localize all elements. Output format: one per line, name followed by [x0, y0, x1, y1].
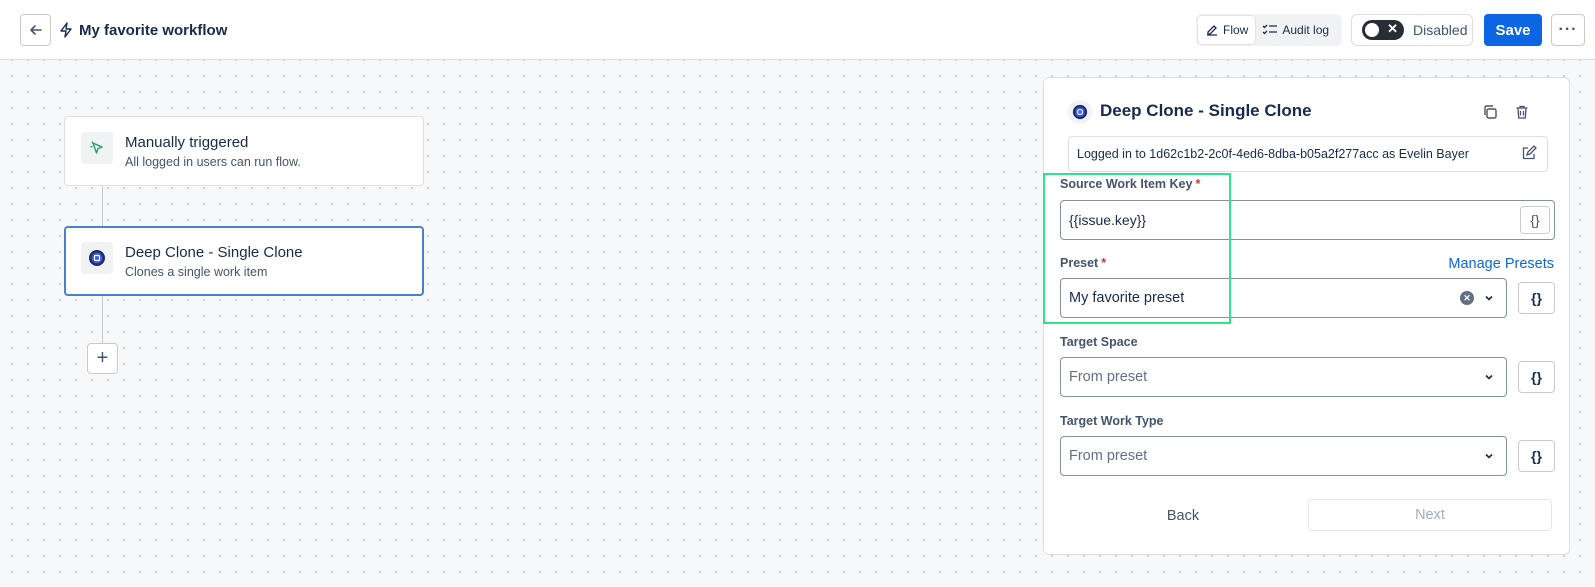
chevron-down-icon [1485, 374, 1493, 380]
target-work-type-value: From preset [1069, 448, 1148, 464]
preset-select[interactable]: My favorite preset ✕ [1060, 278, 1507, 318]
copy-icon [1484, 105, 1497, 119]
toggle-off-icon: ✕ [1387, 21, 1398, 36]
toggle-knob [1365, 23, 1379, 37]
node-subtitle: All logged in users can run flow. [125, 155, 301, 169]
save-button[interactable]: Save [1484, 14, 1542, 46]
edit-icon [1207, 25, 1217, 36]
target-space-label: Target Space [1060, 335, 1138, 349]
delete-button[interactable] [1511, 101, 1533, 123]
target-space-variable-button[interactable]: {} [1518, 361, 1555, 393]
source-key-value: {{issue.key}} [1069, 212, 1147, 228]
flow-connector [102, 296, 103, 343]
step-config-panel: Deep Clone - Single Clone Logged in to 1… [1043, 77, 1570, 555]
enable-toggle[interactable]: ✕ [1362, 20, 1404, 40]
toggle-label: Disabled [1413, 22, 1468, 38]
clear-icon[interactable]: ✕ [1460, 291, 1474, 305]
braces-icon: {} [1530, 212, 1540, 228]
tab-flow-label: Flow [1223, 23, 1249, 37]
tab-audit-log[interactable]: Audit log [1255, 16, 1336, 44]
preset-label-text: Preset [1060, 256, 1099, 270]
trash-icon [1516, 105, 1528, 119]
deep-clone-app-icon [1068, 100, 1092, 124]
braces-icon: {} [1531, 290, 1542, 306]
preset-variable-button[interactable]: {} [1518, 282, 1555, 314]
target-work-type-label: Target Work Type [1060, 414, 1164, 428]
checklist-icon [1262, 24, 1278, 35]
workflow-title-text: My favorite workflow [79, 21, 228, 39]
tab-flow[interactable]: Flow [1198, 16, 1256, 44]
back-button[interactable] [20, 14, 51, 46]
preset-value: My favorite preset [1069, 290, 1185, 306]
top-header: My favorite workflow Flow Audit log ✕ Di… [0, 0, 1595, 60]
target-work-type-select[interactable]: From preset [1060, 436, 1507, 476]
source-key-label: Source Work Item Key * [1060, 177, 1200, 191]
duplicate-button[interactable] [1479, 101, 1501, 123]
workflow-title: My favorite workflow [59, 18, 227, 42]
login-text: Logged in to 1d62c1b2-2c0f-4ed6-8dba-b05… [1077, 147, 1469, 161]
insert-variable-button[interactable]: {} [1520, 206, 1550, 234]
required-marker: * [1195, 177, 1201, 191]
view-switcher: Flow Audit log [1196, 14, 1342, 46]
target-space-value: From preset [1069, 369, 1148, 385]
preset-label: Preset * [1060, 256, 1106, 270]
flow-connector [102, 185, 103, 227]
action-node-deep-clone[interactable]: Deep Clone - Single Clone Clones a singl… [64, 226, 424, 296]
more-icon: ··· [1558, 21, 1578, 38]
trigger-node[interactable]: Manually triggered All logged in users c… [64, 116, 424, 186]
plus-icon: + [96, 347, 109, 369]
node-title: Deep Clone - Single Clone [125, 244, 303, 261]
chevron-down-icon [1485, 453, 1493, 459]
deep-clone-app-icon [81, 242, 113, 274]
lightning-icon [60, 22, 72, 38]
panel-title: Deep Clone - Single Clone [1100, 101, 1312, 120]
chevron-down-icon [1485, 295, 1493, 301]
manage-presets-link[interactable]: Manage Presets [1448, 256, 1554, 272]
back-step-button[interactable]: Back [1060, 500, 1306, 532]
cursor-click-icon [81, 132, 113, 164]
arrow-left-icon [29, 25, 42, 35]
node-subtitle: Clones a single work item [125, 265, 268, 279]
target-space-select[interactable]: From preset [1060, 357, 1507, 397]
source-key-input[interactable]: {{issue.key}} {} [1060, 200, 1555, 240]
tab-audit-log-label: Audit log [1282, 23, 1330, 37]
next-step-button[interactable]: Next [1308, 499, 1552, 531]
more-options-button[interactable]: ··· [1551, 14, 1585, 46]
required-marker: * [1101, 256, 1107, 270]
target-work-type-variable-button[interactable]: {} [1518, 440, 1555, 472]
edit-connection-button[interactable] [1521, 145, 1537, 164]
enable-toggle-container: ✕ Disabled [1351, 14, 1473, 46]
source-key-label-text: Source Work Item Key [1060, 177, 1193, 191]
edit-icon [1522, 145, 1537, 160]
node-title: Manually triggered [125, 134, 249, 151]
add-step-button[interactable]: + [87, 343, 118, 374]
braces-icon: {} [1531, 448, 1542, 464]
connection-status: Logged in to 1d62c1b2-2c0f-4ed6-8dba-b05… [1068, 136, 1548, 172]
braces-icon: {} [1531, 369, 1542, 385]
